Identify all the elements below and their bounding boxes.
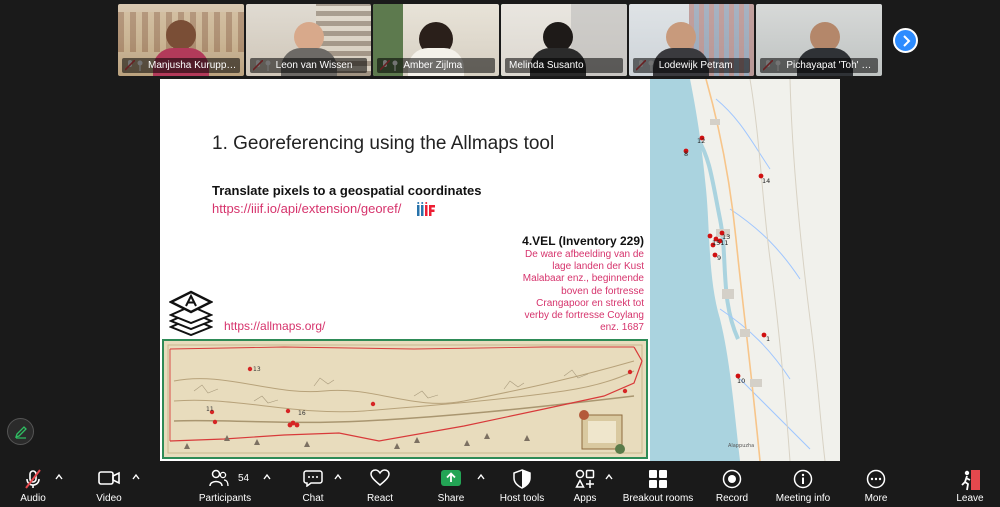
- more-button[interactable]: More: [858, 462, 894, 507]
- audio-button[interactable]: Audio: [12, 462, 54, 507]
- chat-bubble-icon: [303, 470, 323, 487]
- info-icon: [793, 469, 813, 489]
- map-marker-label: 9: [717, 254, 721, 262]
- meeting-toolbar: Audio Video Participants 54 Chat React S…: [0, 462, 1000, 507]
- participants-button[interactable]: Participants: [196, 462, 254, 507]
- participant-name: Manjusha Kuruppa...: [122, 58, 240, 73]
- participant-tile[interactable]: Manjusha Kuruppa...: [118, 4, 244, 76]
- meeting-info-button[interactable]: Meeting info: [772, 462, 834, 507]
- historic-map-image: 13 11 16: [162, 339, 648, 459]
- allmaps-link[interactable]: https://allmaps.org/: [224, 319, 325, 333]
- breakout-rooms-button[interactable]: Breakout rooms: [622, 462, 694, 507]
- leave-button[interactable]: Leave: [952, 462, 988, 507]
- participant-tile[interactable]: Lodewijk Petram: [628, 4, 755, 76]
- slide-title: 1. Georeferencing using the Allmaps tool: [212, 133, 555, 154]
- participant-name: Melinda Susanto: [505, 58, 623, 73]
- chevron-up-icon[interactable]: [333, 473, 343, 481]
- share-button[interactable]: Share: [434, 462, 468, 507]
- participant-tile[interactable]: Leon van Wissen: [245, 4, 372, 76]
- participant-name: Amber Zijlma: [377, 58, 496, 73]
- iiif-logo-icon: [417, 202, 435, 216]
- participant-tile-active-speaker[interactable]: Melinda Susanto: [501, 4, 627, 76]
- chevron-up-icon[interactable]: [54, 473, 64, 481]
- heart-icon: [370, 469, 390, 486]
- old-map-marker-label: 11: [206, 406, 214, 413]
- host-tools-button[interactable]: Host tools: [496, 462, 548, 507]
- participant-name: Pichayapat 'Toh' Naisu...: [760, 58, 879, 73]
- georef-link[interactable]: https://iiif.io/api/extension/georef/: [212, 201, 401, 216]
- chevron-up-icon[interactable]: [262, 473, 272, 481]
- participant-name: Leon van Wissen: [249, 58, 368, 73]
- record-button[interactable]: Record: [712, 462, 752, 507]
- react-button[interactable]: React: [362, 462, 398, 507]
- shield-icon: [513, 469, 531, 489]
- participant-tile[interactable]: Amber Zijlma: [373, 4, 500, 76]
- georeferenced-map[interactable]: 12 8 14 13 1511 9 1 10 Alappuzha: [650, 79, 840, 461]
- participant-tile[interactable]: Pichayapat 'Toh' Naisu...: [756, 4, 883, 76]
- chevron-up-icon[interactable]: [604, 473, 614, 481]
- chevron-right-icon: [902, 34, 910, 47]
- inventory-title: 4.VEL (Inventory 229): [522, 234, 644, 248]
- pencil-icon: [14, 425, 27, 439]
- map-marker-label: 1511: [712, 239, 729, 247]
- video-camera-icon: [98, 471, 120, 485]
- old-map-marker-label: 13: [253, 366, 261, 373]
- slide-subtitle: Translate pixels to a geospatial coordin…: [212, 183, 482, 198]
- chevron-up-icon[interactable]: [131, 473, 141, 481]
- next-page-button[interactable]: [893, 28, 918, 53]
- mic-muted-icon: [25, 469, 41, 489]
- record-icon: [722, 469, 742, 489]
- apps-button[interactable]: Apps: [568, 462, 602, 507]
- shared-slide: 1. Georeferencing using the Allmaps tool…: [160, 79, 650, 461]
- participants-icon: [209, 469, 229, 487]
- allmaps-logo-icon: [169, 290, 213, 336]
- place-label: Alappuzha: [728, 443, 754, 449]
- more-dots-icon: [866, 469, 886, 489]
- map-marker-label: 14: [762, 177, 770, 185]
- map-marker-label: 1: [766, 335, 770, 343]
- grid-icon: [649, 470, 667, 488]
- old-map-marker-label: 16: [298, 410, 306, 417]
- apps-icon: [575, 469, 595, 488]
- chevron-up-icon[interactable]: [476, 473, 486, 481]
- cartouche-illustration: [579, 410, 625, 454]
- inventory-description: De ware afbeelding van de lage landen de…: [522, 249, 644, 334]
- map-marker-label: 8: [684, 150, 688, 158]
- participants-count: 54: [238, 473, 250, 484]
- annotate-button[interactable]: [7, 418, 34, 445]
- map-marker-label: 10: [737, 377, 745, 385]
- video-button[interactable]: Video: [88, 462, 130, 507]
- share-screen-icon: [441, 470, 461, 486]
- leave-door-icon: [961, 470, 980, 491]
- participant-name: Lodewijk Petram: [632, 58, 751, 73]
- map-marker-label: 12: [697, 137, 705, 145]
- video-gallery: Manjusha Kuruppa... Leon van Wissen Ambe…: [118, 4, 883, 76]
- chat-button[interactable]: Chat: [295, 462, 331, 507]
